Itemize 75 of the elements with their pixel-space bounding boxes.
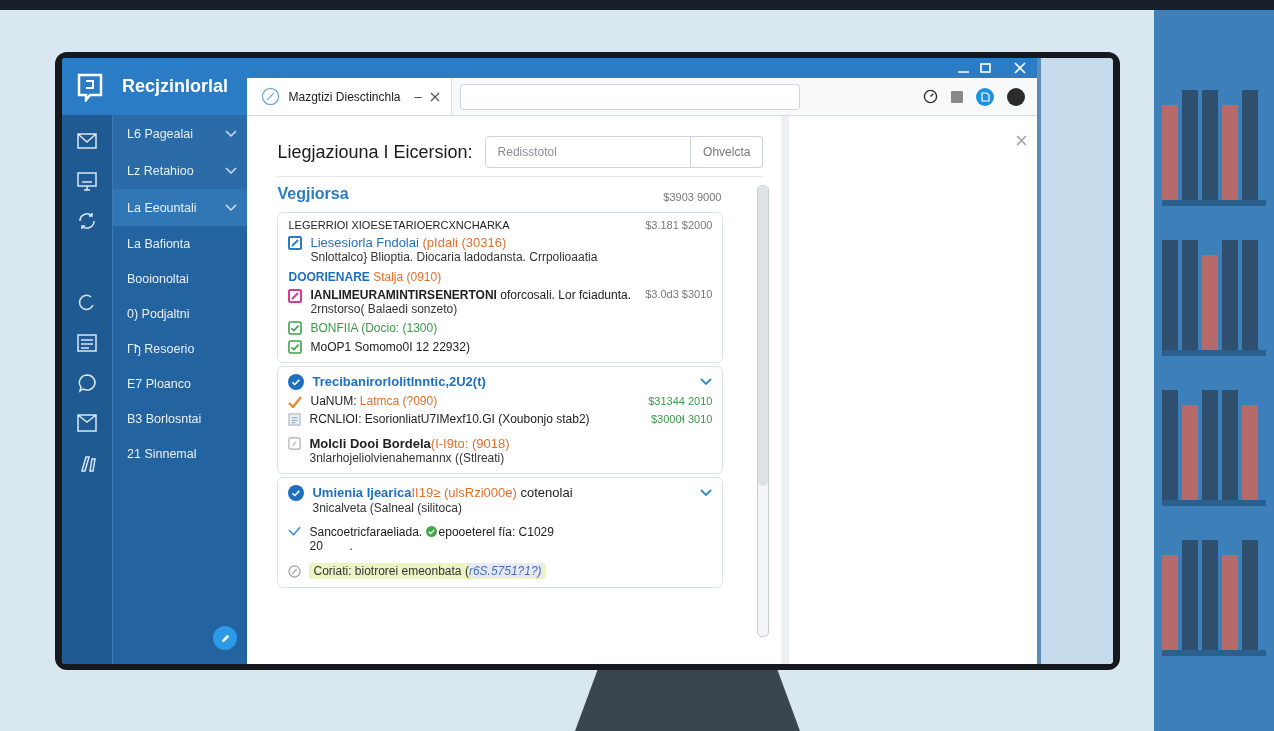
page-heading: Liegjaziouna I Eicersion: (277, 141, 473, 163)
nav-item[interactable]: B3 Borlosntai (113, 402, 248, 436)
amount: $3.181 $2000 (645, 219, 713, 231)
edit-icon[interactable] (288, 236, 303, 250)
checkmark-icon (288, 395, 303, 408)
square-icon[interactable] (951, 90, 964, 103)
nav-item[interactable]: La Eeountali (113, 189, 248, 226)
chevron-icon (225, 203, 238, 212)
refresh-icon[interactable] (76, 211, 98, 231)
slash-circle-icon (261, 87, 281, 106)
chevron-icon[interactable] (700, 377, 713, 386)
minimize-tab-button[interactable]: – (414, 89, 422, 104)
entry-description: 2rnstorso( Balaedi sonzeto) (310, 302, 459, 316)
amount: $3.0d3 $3010 (645, 288, 713, 300)
entry-title: RCNLIOI: EsorionliatU7IMexf10.GI (Xoubonjo stab2) (309, 412, 590, 426)
checkbox-label: MoOP1 Somomo0I 12 22932) (310, 339, 470, 354)
chat-icon[interactable] (76, 373, 98, 393)
card-heading: Trecibanirorlolitlnntic,2U2(t) (312, 374, 486, 389)
amount: $31344 2010 (648, 395, 713, 407)
chevron-icon[interactable] (700, 488, 713, 497)
pencil-icon (219, 632, 231, 644)
card-heading: Umienia IjearicaII19≥ (ulsRzi000e) cotenolai (312, 485, 573, 500)
section-title: Vegjiorsa (277, 185, 349, 203)
edit-icon[interactable] (288, 437, 302, 450)
monitor-icon[interactable] (76, 171, 98, 191)
document-icon[interactable] (976, 87, 995, 106)
nav-item[interactable]: E7 Ploanco (113, 367, 248, 401)
maximize-icon[interactable] (979, 62, 994, 74)
checkmark-icon (288, 526, 302, 536)
amount: $3000ɬ 3010 (651, 413, 713, 425)
nav-item[interactable]: Γђ Resoerio (113, 332, 248, 366)
search-field[interactable]: Redisstotol (484, 136, 692, 168)
nav-item[interactable]: L6 Pagealai (113, 115, 248, 152)
checkbox[interactable] (288, 321, 303, 335)
avatar[interactable] (1007, 87, 1026, 106)
edit-button[interactable] (213, 626, 238, 650)
app-title: Recjzinlorlal (122, 76, 229, 97)
tab-title: Mazgtizi Diesctinchla (288, 89, 401, 104)
chevron-icon (225, 166, 238, 175)
entry-description: Snlottalco} Blioptia. Diocaria ladodansta. Crrpolioaatia (310, 250, 598, 264)
document-tab[interactable]: Mazgtizi Diesctinchla – (247, 78, 453, 115)
nav-item[interactable]: 0) Podjaltni (113, 297, 248, 331)
amount: $3903 9000 (663, 191, 722, 203)
search-button[interactable]: Ohvelcta (691, 136, 764, 168)
nav-item[interactable]: Lz Retahioo (113, 152, 248, 189)
nav-item[interactable]: Booionoltai (113, 262, 248, 296)
slash-circle-icon (288, 565, 302, 578)
check-circle-icon (425, 526, 437, 537)
checkbox[interactable] (288, 340, 303, 354)
list-icon[interactable] (76, 333, 98, 353)
close-icon[interactable] (429, 91, 440, 102)
clock-icon[interactable] (923, 89, 939, 104)
entry-title: IANLIMEURAMINTIRSENERTONI oforcosali. Lor fciadunta. (310, 288, 631, 302)
close-icon[interactable] (1013, 62, 1028, 74)
status-tag: Coriati: biotrorei emeonbata (r6S.5751?1?) (309, 563, 546, 579)
address-field[interactable] (460, 83, 801, 110)
card-heading: LEGERRIOI XIOESETARIOERCXNCHARKA (288, 219, 510, 231)
group-label: DOORIENARE Stalja (0910) (288, 270, 443, 284)
entry-title: Sancoetricfaraeliada. epooeterel fía: C1029 (309, 525, 554, 539)
card-subheading: 3nicalveta (Salneal (silitoca) (312, 501, 463, 515)
chevron-icon (225, 129, 238, 138)
logo-icon (76, 71, 104, 102)
scrollbar[interactable] (757, 185, 770, 637)
entry-detail: 20 . (309, 539, 354, 553)
nav-item[interactable]: La Bafionta (113, 227, 248, 261)
entry-title: UaNUM: Latmca (?090) (310, 394, 438, 408)
nav-item[interactable]: 21 Sinnemal (113, 437, 248, 471)
edit-icon[interactable] (288, 289, 303, 303)
entry-title: Liesesiorla Fndolai (pIdali (30316) (310, 235, 508, 250)
checkbox-label: BONFIIA (Docio: (1300) (310, 320, 438, 335)
entry-description: 3nlarhojeliolvienahemannx ((Stlreati) (309, 451, 506, 465)
entry-title: Molcli Dooi Bordela(I-I9to: (9018) (309, 436, 510, 451)
mail-icon[interactable] (76, 131, 98, 151)
document-icon (288, 413, 302, 426)
envelope-icon[interactable] (76, 413, 98, 433)
